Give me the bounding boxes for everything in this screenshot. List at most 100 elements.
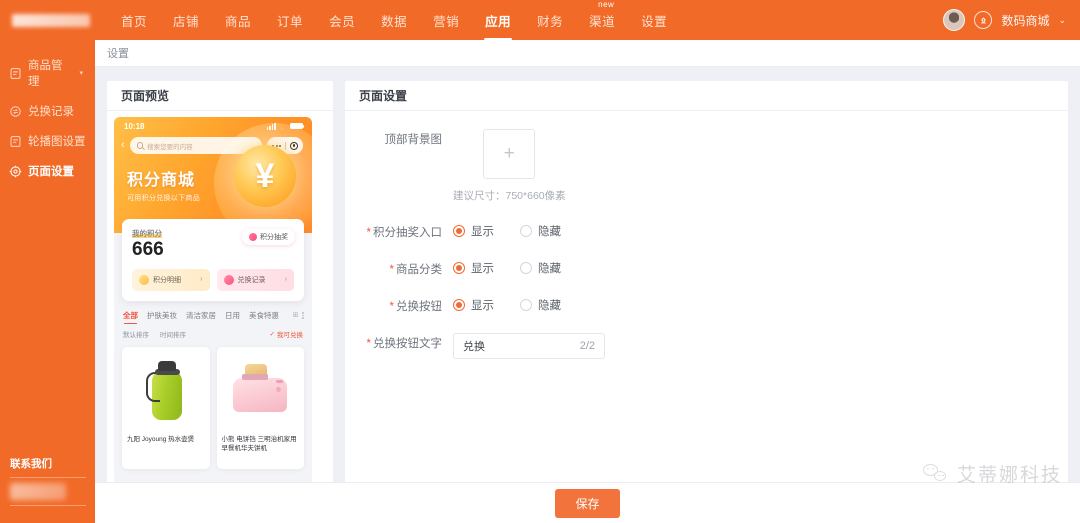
nav-item-home[interactable]: 首页 <box>108 0 160 40</box>
sidebar-item-product-management[interactable]: 商品管理 ▾ <box>0 50 95 96</box>
form-row-redeem-text: * 兑换按钮文字 兑换 2/2 <box>345 333 1068 359</box>
form-row-lottery-entry: * 积分抽奖入口 显示 隐藏 <box>345 222 1068 240</box>
top-nav-items: 首页 店铺 商品 订单 会员 数据 营销 应用 财务 new 渠道 设置 <box>108 0 680 40</box>
product-name: 九阳 Joyoung 热水壶煲 <box>127 435 195 443</box>
sidebar-item-carousel-settings[interactable]: 轮播图设置 <box>0 126 95 156</box>
exchange-records-button[interactable]: 兑换记录 › <box>216 268 294 291</box>
sidebar-item-label: 页面设置 <box>28 166 74 178</box>
nav-item-marketing[interactable]: 营销 <box>420 0 472 40</box>
form-row-background-image: 顶部背景图 + 建议尺寸：750*660像素 <box>345 129 1068 203</box>
filter-redeemable-label: 我可兑换 <box>277 331 303 339</box>
form-row-product-category: * 商品分类 显示 隐藏 <box>345 259 1068 277</box>
radio-label: 显示 <box>471 263 494 275</box>
exchange-records-label: 兑换记录 <box>237 276 266 284</box>
nav-item-data[interactable]: 数据 <box>368 0 420 40</box>
product-grid: 九阳 Joyoung 热水壶煲 小熊 电饼铛 三明治机家用早餐机华夫饼机 <box>114 339 312 469</box>
phone-preview: 10:18 ‹ 搜索您要的内容 ¥ 积分商城 可用积分兑换以下商品 我的积分 6… <box>114 117 312 521</box>
product-image <box>122 347 210 431</box>
upload-icon[interactable] <box>974 11 993 29</box>
filter-redeemable[interactable]: ✓ 我可兑换 <box>270 329 303 339</box>
sidebar: 商品管理 ▾ 兑换记录 轮播图设置 页面设置 联系我们 <box>0 40 95 523</box>
radio-show[interactable]: 显示 <box>453 260 494 276</box>
shop-name-label: 数码商城 <box>1001 13 1050 28</box>
settings-form: 顶部背景图 + 建议尺寸：750*660像素 * 积分抽奖入口 显示 隐藏 * … <box>345 111 1068 359</box>
nav-item-apps[interactable]: 应用 <box>472 0 524 40</box>
upload-image-button[interactable]: + <box>483 129 536 179</box>
nav-item-members[interactable]: 会员 <box>316 0 368 40</box>
category-tab-skincare[interactable]: 护肤美妆 <box>147 310 177 321</box>
hero-subtitle: 可用积分兑换以下商品 <box>127 195 200 202</box>
sidebar-item-page-settings[interactable]: 页面设置 <box>0 156 95 186</box>
sort-time[interactable]: 时间排序 <box>160 329 186 339</box>
contact-info-blurred <box>10 483 66 500</box>
user-avatar[interactable] <box>943 9 966 31</box>
footer-bar: 保存 <box>95 482 1080 523</box>
sidebar-item-label: 轮播图设置 <box>28 136 86 148</box>
target-circle-icon[interactable] <box>290 141 298 150</box>
app-root: 首页 店铺 商品 订单 会员 数据 营销 应用 财务 new 渠道 设置 数码商… <box>0 0 1080 523</box>
category-tab-all[interactable]: 全部 <box>123 310 138 325</box>
required-marker: * <box>366 338 371 350</box>
required-marker: * <box>366 227 371 239</box>
nav-item-orders[interactable]: 订单 <box>264 0 316 40</box>
breadcrumb-bar: 设置 <box>95 40 1080 67</box>
product-card[interactable]: 小熊 电饼铛 三明治机家用早餐机华夫饼机 <box>216 346 304 469</box>
lottery-badge[interactable]: 积分抽奖 <box>242 229 295 245</box>
sort-default[interactable]: 默认排序 <box>123 329 149 339</box>
nav-item-store[interactable]: 店铺 <box>160 0 212 40</box>
radio-group-redeem-button: 显示 隐藏 <box>453 296 561 313</box>
nav-label: 营销 <box>433 14 460 29</box>
signal-icon <box>266 122 276 130</box>
redeem-text-input[interactable]: 兑换 2/2 <box>453 333 605 359</box>
category-tab-food[interactable]: 美食特惠 <box>249 310 279 321</box>
radio-show[interactable]: 显示 <box>453 297 494 313</box>
save-button[interactable]: 保存 <box>555 488 620 518</box>
phone-search-input[interactable]: 搜索您要的内容 <box>129 137 263 154</box>
clipboard-icon <box>9 135 22 148</box>
form-row-redeem-button: * 兑换按钮 显示 隐藏 <box>345 296 1068 314</box>
field-label: * 兑换按钮 <box>345 296 453 314</box>
back-arrow-icon[interactable]: ‹ <box>121 140 125 151</box>
radio-circle-icon <box>453 262 465 274</box>
radio-label: 隐藏 <box>538 226 561 238</box>
points-detail-button[interactable]: 积分明细 › <box>132 268 210 291</box>
nav-item-settings[interactable]: 设置 <box>628 0 680 40</box>
sort-filter-row: 默认排序 时间排序 ✓ 我可兑换 <box>114 321 312 339</box>
chevron-right-icon: › <box>200 276 203 284</box>
category-tabs: 全部 护肤美妆 清洁家居 日用 美食特惠 ⊞ <box>114 301 312 325</box>
divider <box>10 505 86 506</box>
product-card[interactable]: 九阳 Joyoung 热水壶煲 <box>122 346 210 469</box>
points-card: 我的积分 666 积分抽奖 积分明细 › 兑换记录 › <box>122 219 304 301</box>
radio-show[interactable]: 显示 <box>453 223 494 239</box>
radio-hide[interactable]: 隐藏 <box>520 260 561 276</box>
chevron-down-icon[interactable]: ▾ <box>79 69 83 77</box>
nav-item-finance[interactable]: 财务 <box>524 0 576 40</box>
top-navigation-bar: 首页 店铺 商品 订单 会员 数据 营销 应用 财务 new 渠道 设置 数码商… <box>0 0 1080 40</box>
nav-label: 会员 <box>329 14 356 29</box>
nav-label: 商品 <box>225 14 252 29</box>
exchange-icon <box>223 274 234 285</box>
content-area: 设置 页面预览 10:18 ‹ 搜索您要的内容 ¥ 积分商城 可用积分兑换以下商… <box>95 40 1080 523</box>
new-badge: new <box>598 0 615 9</box>
settings-panel-title: 页面设置 <box>345 81 1068 111</box>
field-label: * 积分抽奖入口 <box>345 222 453 240</box>
settings-panel: 页面设置 顶部背景图 + 建议尺寸：750*660像素 * 积分抽奖入口 显示 … <box>345 81 1068 521</box>
radio-circle-icon <box>453 225 465 237</box>
nav-item-products[interactable]: 商品 <box>212 0 264 40</box>
radio-label: 隐藏 <box>538 300 561 312</box>
field-label: * 商品分类 <box>345 259 453 277</box>
required-marker: * <box>389 264 394 276</box>
chevron-down-icon[interactable]: ⌄ <box>1058 15 1066 26</box>
wifi-icon <box>279 125 287 129</box>
category-tab-household[interactable]: 清洁家居 <box>186 310 216 321</box>
preview-panel: 页面预览 10:18 ‹ 搜索您要的内容 ¥ 积分商城 可用积分兑换以下商品 我… <box>107 81 333 521</box>
preview-panel-title: 页面预览 <box>107 81 333 111</box>
radio-hide[interactable]: 隐藏 <box>520 223 561 239</box>
category-tab-daily[interactable]: 日用 <box>225 310 240 321</box>
breadcrumb[interactable]: 设置 <box>107 45 129 61</box>
category-more[interactable]: ⊞ <box>293 311 304 319</box>
field-label: 顶部背景图 <box>384 134 443 146</box>
sidebar-item-exchange-records[interactable]: 兑换记录 <box>0 96 95 126</box>
radio-hide[interactable]: 隐藏 <box>520 297 561 313</box>
nav-item-channels[interactable]: new 渠道 <box>576 0 628 40</box>
